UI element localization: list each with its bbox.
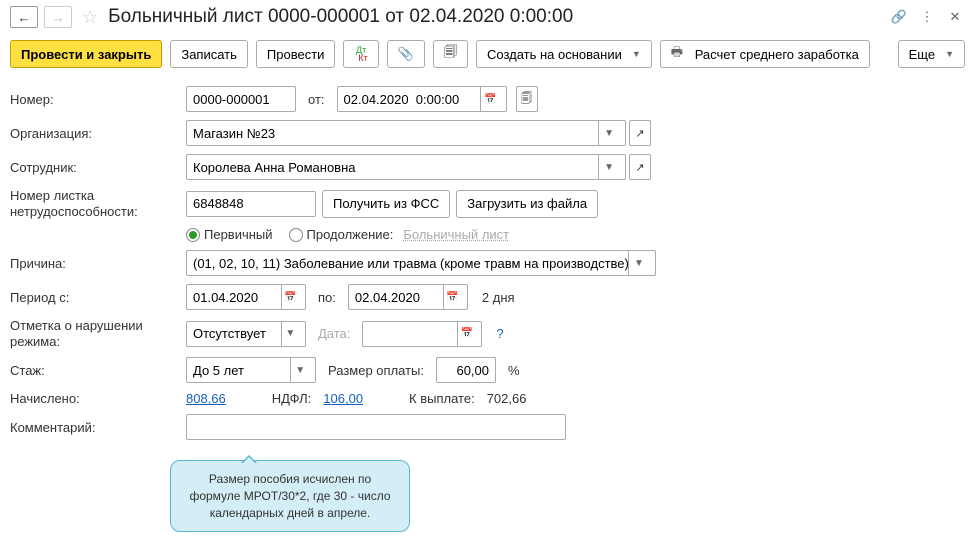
- transactions-button[interactable]: ДтКт: [343, 40, 378, 68]
- payrate-label: Размер оплаты:: [328, 363, 424, 378]
- close-icon[interactable]: ✕: [945, 7, 965, 27]
- attach-button[interactable]: 📎: [387, 40, 425, 68]
- more-button[interactable]: Еще▼: [898, 40, 965, 68]
- reason-label: Причина:: [10, 256, 180, 271]
- seniority-select[interactable]: ▼: [186, 357, 316, 383]
- chevron-down-icon[interactable]: ▼: [598, 121, 619, 145]
- radio-icon: [186, 228, 200, 242]
- post-button[interactable]: Провести: [256, 40, 336, 68]
- payrate-input[interactable]: [436, 357, 496, 383]
- employee-select[interactable]: ▼: [186, 154, 626, 180]
- number-label: Номер:: [10, 92, 180, 107]
- payout-label: К выплате:: [409, 391, 475, 406]
- dtkt-icon: ДтКт: [354, 46, 367, 62]
- calc-average-button[interactable]: 🖶 Расчет среднего заработка: [660, 40, 870, 68]
- sick-sheet-link: Больничный лист: [403, 227, 509, 242]
- nav-back[interactable]: ←: [10, 6, 38, 28]
- sheetno-input[interactable]: [186, 191, 316, 217]
- days-text: 2 дня: [482, 290, 515, 305]
- date-input[interactable]: 📅: [337, 86, 507, 112]
- payout-value: 702,66: [487, 391, 527, 406]
- number-input[interactable]: [186, 86, 296, 112]
- comment-label: Комментарий:: [10, 420, 180, 435]
- primary-radio[interactable]: Первичный: [186, 227, 273, 242]
- ndfl-link[interactable]: 106,00: [323, 391, 363, 406]
- chevron-down-icon: ▼: [945, 49, 954, 59]
- violation-select[interactable]: ▼: [186, 321, 306, 347]
- calendar-icon: 📅: [457, 322, 475, 346]
- printer-icon: 🖶: [671, 43, 683, 65]
- load-file-button[interactable]: Загрузить из файла: [456, 190, 598, 218]
- reason-select[interactable]: ▼: [186, 250, 656, 276]
- from-label: от:: [308, 92, 325, 107]
- employee-label: Сотрудник:: [10, 160, 180, 175]
- report-icon: 🗐: [444, 43, 457, 65]
- accrued-label: Начислено:: [10, 391, 180, 406]
- report-small-button[interactable]: 🗐: [516, 86, 538, 112]
- create-based-button[interactable]: Создать на основании▼: [476, 40, 652, 68]
- write-button[interactable]: Записать: [170, 40, 248, 68]
- accrued-link[interactable]: 808,66: [186, 391, 226, 406]
- chevron-down-icon[interactable]: ▼: [598, 155, 619, 179]
- calendar-icon[interactable]: 📅: [480, 87, 499, 111]
- help-icon[interactable]: ?: [496, 326, 503, 341]
- tooltip-callout: Размер пособия исчислен по формуле МРОТ/…: [170, 460, 410, 532]
- org-open-button[interactable]: ↗: [629, 120, 651, 146]
- report-button[interactable]: 🗐: [433, 40, 468, 68]
- chevron-down-icon: ▼: [632, 49, 641, 59]
- post-and-close-button[interactable]: Провести и закрыть: [10, 40, 162, 68]
- employee-open-button[interactable]: ↗: [629, 154, 651, 180]
- sheetno-label: Номер листка нетрудоспособности:: [10, 188, 180, 219]
- seniority-label: Стаж:: [10, 363, 180, 378]
- period-to-input[interactable]: 📅: [348, 284, 468, 310]
- calendar-icon[interactable]: 📅: [281, 285, 299, 309]
- chevron-down-icon[interactable]: ▼: [290, 358, 309, 382]
- paperclip-icon: 📎: [398, 46, 414, 62]
- chevron-down-icon[interactable]: ▼: [281, 322, 299, 346]
- chevron-down-icon[interactable]: ▼: [628, 251, 649, 275]
- violation-label: Отметка о нарушении режима:: [10, 318, 180, 349]
- calendar-icon[interactable]: 📅: [443, 285, 461, 309]
- favorite-star-icon[interactable]: ☆: [82, 7, 98, 28]
- org-select[interactable]: ▼: [186, 120, 626, 146]
- nav-forward[interactable]: →: [44, 6, 72, 28]
- continuation-radio[interactable]: Продолжение:: [289, 227, 394, 242]
- kebab-icon[interactable]: ⋮: [917, 7, 937, 27]
- link-icon[interactable]: 🔗: [889, 7, 909, 27]
- ndfl-label: НДФЛ:: [272, 391, 312, 406]
- comment-input[interactable]: [186, 414, 566, 440]
- org-label: Организация:: [10, 126, 180, 141]
- period-from-input[interactable]: 📅: [186, 284, 306, 310]
- percent-label: %: [508, 363, 520, 378]
- violation-date-input[interactable]: 📅: [362, 321, 482, 347]
- radio-icon: [289, 228, 303, 242]
- get-fss-button[interactable]: Получить из ФСС: [322, 190, 450, 218]
- violation-date-label: Дата:: [318, 326, 350, 341]
- to-label: по:: [318, 290, 336, 305]
- period-from-label: Период с:: [10, 290, 180, 305]
- page-title: Больничный лист 0000-000001 от 02.04.202…: [108, 6, 883, 28]
